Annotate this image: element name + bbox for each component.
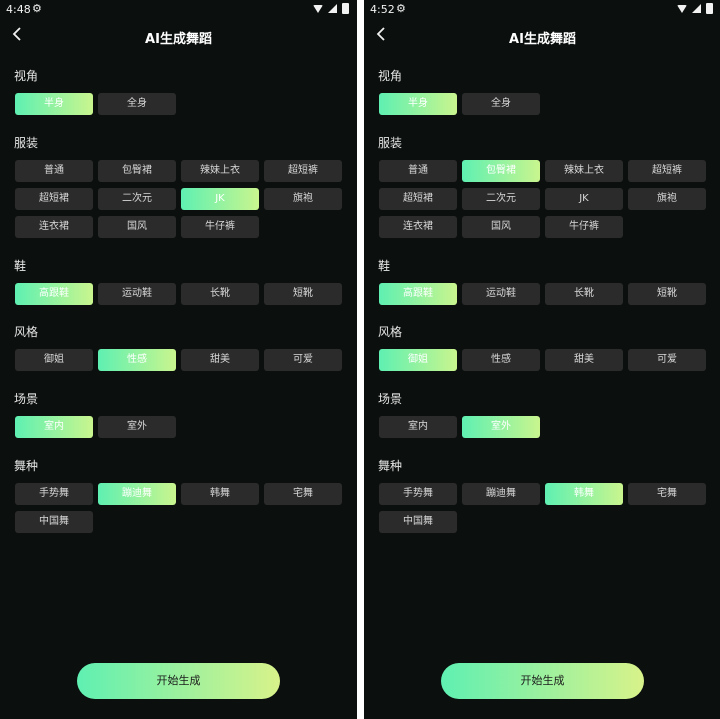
wifi-icon — [677, 4, 687, 13]
option-chip[interactable]: 国风 — [98, 216, 176, 238]
section-label: 视角 — [378, 69, 403, 83]
option-chip[interactable]: 牛仔裤 — [545, 216, 623, 238]
option-chip[interactable]: 运动鞋 — [462, 283, 540, 305]
option-chip[interactable]: 全身 — [462, 93, 540, 115]
option-chip[interactable]: 辣妹上衣 — [181, 160, 259, 182]
page-title: AI生成舞蹈 — [145, 32, 212, 47]
option-chip[interactable]: 中国舞 — [15, 511, 93, 533]
option-chip[interactable]: 韩舞 — [181, 483, 259, 505]
signal-icon — [692, 4, 701, 13]
option-chip[interactable]: 连衣裙 — [15, 216, 93, 238]
option-chip[interactable]: 蹦迪舞 — [462, 483, 540, 505]
option-chip[interactable]: 普通 — [379, 160, 457, 182]
section-label: 鞋 — [14, 259, 27, 273]
phone-screen-right: 4:52 ⚙ AI生成舞蹈 视角半身 全身服装普通 包臀裙 辣妹上衣 超短裤超短裙 二次元… — [364, 0, 720, 719]
option-chip[interactable]: 短靴 — [628, 283, 706, 305]
settings-gear-icon: ⚙ — [32, 2, 42, 15]
option-chip[interactable]: 长靴 — [545, 283, 623, 305]
section-label: 鞋 — [378, 259, 391, 273]
option-chip[interactable]: 超短裙 — [379, 188, 457, 210]
section-label: 场景 — [378, 392, 403, 406]
option-chip[interactable]: 宅舞 — [628, 483, 706, 505]
section-label: 舞种 — [14, 459, 39, 473]
page-title: AI生成舞蹈 — [509, 32, 576, 47]
section-label: 风格 — [14, 325, 39, 339]
option-chip-selected[interactable]: 韩舞 — [545, 483, 623, 505]
section-label: 服装 — [378, 136, 403, 150]
status-time: 4:48 — [6, 3, 31, 16]
title-bar: AI生成舞蹈 — [0, 26, 357, 48]
option-chip-selected[interactable]: 半身 — [15, 93, 93, 115]
option-chip[interactable]: 牛仔裤 — [181, 216, 259, 238]
status-bar: 4:52 ⚙ — [364, 0, 720, 20]
option-chip[interactable]: 长靴 — [181, 283, 259, 305]
option-chip[interactable]: 旗袍 — [628, 188, 706, 210]
battery-icon — [342, 3, 349, 14]
option-chip[interactable]: 中国舞 — [379, 511, 457, 533]
phone-screen-left: 4:48 ⚙ AI生成舞蹈 视角半身 全身服装普通 包臀裙 辣妹上衣 超短裤超短裙 二次元… — [0, 0, 357, 719]
option-chip[interactable]: 宅舞 — [264, 483, 342, 505]
option-chip-selected[interactable]: 御姐 — [379, 349, 457, 371]
option-chip-selected[interactable]: 室外 — [462, 416, 540, 438]
battery-icon — [706, 3, 713, 14]
title-bar: AI生成舞蹈 — [364, 26, 720, 48]
signal-icon — [328, 4, 337, 13]
status-icons — [677, 3, 713, 14]
option-chip[interactable]: 二次元 — [462, 188, 540, 210]
option-chip[interactable]: 室外 — [98, 416, 176, 438]
option-chip[interactable]: 运动鞋 — [98, 283, 176, 305]
option-chip[interactable]: 超短裙 — [15, 188, 93, 210]
status-icons — [313, 3, 349, 14]
option-chip[interactable]: JK — [545, 188, 623, 210]
option-chip[interactable]: 全身 — [98, 93, 176, 115]
status-time: 4:52 — [370, 3, 395, 16]
option-chip-selected[interactable]: 蹦迪舞 — [98, 483, 176, 505]
option-chip[interactable]: 超短裤 — [628, 160, 706, 182]
option-chip-selected[interactable]: 高跟鞋 — [379, 283, 457, 305]
section-label: 视角 — [14, 69, 39, 83]
option-chip-selected[interactable]: 高跟鞋 — [15, 283, 93, 305]
option-chip[interactable]: 手势舞 — [15, 483, 93, 505]
option-chip-selected[interactable]: 室内 — [15, 416, 93, 438]
option-chip[interactable]: 二次元 — [98, 188, 176, 210]
option-chip[interactable]: 性感 — [462, 349, 540, 371]
status-bar: 4:48 ⚙ — [0, 0, 357, 20]
option-chip-selected[interactable]: 半身 — [379, 93, 457, 115]
option-chip[interactable]: 甜美 — [181, 349, 259, 371]
option-chip[interactable]: 普通 — [15, 160, 93, 182]
option-chip[interactable]: 包臀裙 — [98, 160, 176, 182]
option-chip-selected[interactable]: 包臀裙 — [462, 160, 540, 182]
option-chip[interactable]: 室内 — [379, 416, 457, 438]
option-chip[interactable]: 辣妹上衣 — [545, 160, 623, 182]
start-generate-button[interactable]: 开始生成 — [441, 663, 644, 699]
option-chip-selected[interactable]: 性感 — [98, 349, 176, 371]
section-label: 服装 — [14, 136, 39, 150]
option-chip[interactable]: 可爱 — [264, 349, 342, 371]
option-chip-selected[interactable]: JK — [181, 188, 259, 210]
option-chip[interactable]: 手势舞 — [379, 483, 457, 505]
section-label: 舞种 — [378, 459, 403, 473]
settings-gear-icon: ⚙ — [396, 2, 406, 15]
section-label: 场景 — [14, 392, 39, 406]
option-chip[interactable]: 短靴 — [264, 283, 342, 305]
option-chip[interactable]: 旗袍 — [264, 188, 342, 210]
option-chip[interactable]: 御姐 — [15, 349, 93, 371]
option-chip[interactable]: 超短裤 — [264, 160, 342, 182]
option-chip[interactable]: 可爱 — [628, 349, 706, 371]
option-chip[interactable]: 国风 — [462, 216, 540, 238]
option-chip[interactable]: 甜美 — [545, 349, 623, 371]
start-generate-button[interactable]: 开始生成 — [77, 663, 280, 699]
option-chip[interactable]: 连衣裙 — [379, 216, 457, 238]
section-label: 风格 — [378, 325, 403, 339]
wifi-icon — [313, 4, 323, 13]
